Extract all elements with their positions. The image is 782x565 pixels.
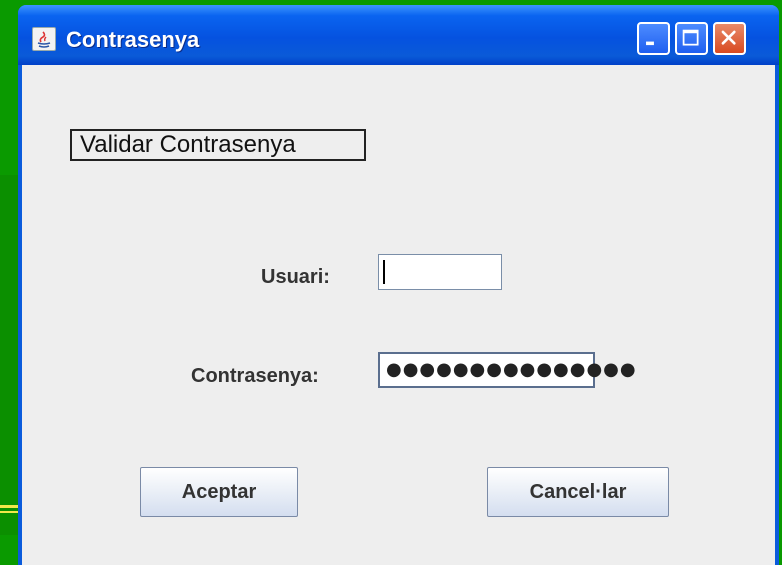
- dialog-content: Validar Contrasenya Usuari: Contrasenya:…: [22, 65, 775, 565]
- user-input[interactable]: [378, 254, 502, 290]
- password-label: Contrasenya:: [191, 365, 319, 387]
- minimize-icon: [646, 41, 654, 46]
- accept-button[interactable]: Aceptar: [140, 467, 298, 517]
- password-input[interactable]: ●●●●●●●●●●●●●●●: [378, 352, 636, 388]
- minimize-button[interactable]: [637, 22, 670, 55]
- maximize-button[interactable]: [675, 22, 708, 55]
- background-line: [0, 511, 20, 513]
- form-heading: Validar Contrasenya: [70, 129, 366, 161]
- cancel-button[interactable]: Cancel·lar: [487, 467, 669, 517]
- close-icon: [721, 30, 736, 45]
- close-button[interactable]: [713, 22, 746, 55]
- title-bar[interactable]: Contrasenya: [18, 5, 779, 65]
- background-band: [0, 175, 20, 535]
- dialog-window: Contrasenya Validar Contrasenya Usuari: …: [18, 5, 779, 565]
- window-title: Contrasenya: [66, 27, 200, 52]
- password-mask: ●●●●●●●●●●●●●●●: [386, 359, 637, 380]
- background-line: [0, 505, 20, 508]
- user-label: Usuari:: [261, 266, 330, 288]
- text-caret: [383, 260, 385, 284]
- java-icon: [32, 27, 56, 51]
- maximize-icon: [682, 29, 699, 46]
